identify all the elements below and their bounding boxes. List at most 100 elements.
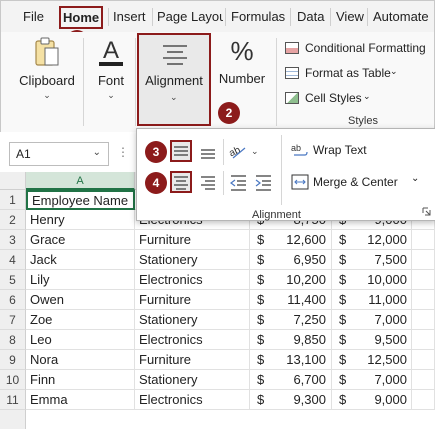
bottom-align-icon — [201, 149, 215, 159]
alignment-button[interactable]: Alignment ⌄ — [137, 33, 211, 126]
chevron-down-icon: ⌄ — [92, 147, 101, 158]
tab-page-layout[interactable]: Page Layout — [157, 9, 223, 24]
cell-empty[interactable] — [412, 230, 435, 250]
tab-view[interactable]: View — [336, 9, 364, 24]
cell-employee-name[interactable]: Finn — [26, 370, 135, 390]
tab-automate[interactable]: Automate — [373, 9, 429, 24]
cell-department[interactable]: Stationery — [135, 310, 250, 330]
cell-employee-name[interactable]: Grace — [26, 230, 135, 250]
row-header[interactable]: 10 — [0, 370, 26, 390]
amount-2-value: 9,000 — [374, 392, 407, 407]
currency-symbol: $ — [339, 292, 347, 307]
right-align-button[interactable] — [197, 171, 219, 193]
wrap-text-button[interactable]: ab Wrap Text — [291, 141, 381, 161]
conditional-formatting-button[interactable]: Conditional Formatting — [285, 40, 435, 58]
row-header[interactable]: 11 — [0, 390, 26, 410]
cell-styles-icon — [285, 92, 299, 104]
cell-department[interactable]: Electronics — [135, 390, 250, 410]
header-cell-employee-name[interactable]: Employee Name — [26, 190, 135, 210]
currency-symbol: $ — [257, 292, 265, 307]
font-button[interactable]: A Font ⌄ — [89, 36, 133, 101]
cell-empty[interactable] — [412, 370, 435, 390]
orientation-icon: ab ⌄ — [228, 145, 259, 160]
amount-1-value: 13,100 — [286, 352, 326, 367]
format-as-table-button[interactable]: Format as Table ⌄ — [285, 65, 415, 83]
chevron-down-icon: ⌄ — [363, 91, 371, 101]
row-header[interactable]: 2 — [0, 210, 26, 230]
cell-empty[interactable] — [412, 390, 435, 410]
group-separator — [83, 38, 84, 126]
font-color-icon: A — [99, 37, 123, 66]
decrease-indent-button[interactable] — [227, 171, 249, 193]
cell-employee-name[interactable]: Emma — [26, 390, 135, 410]
cell-department[interactable]: Furniture — [135, 290, 250, 310]
name-box[interactable]: A1 ⌄ — [9, 142, 109, 166]
amount-1-value: 9,850 — [293, 332, 326, 347]
row-header[interactable] — [0, 410, 26, 429]
cell-employee-name[interactable]: Nora — [26, 350, 135, 370]
currency-symbol: $ — [257, 312, 265, 327]
right-align-icon — [201, 176, 215, 190]
panel-separator — [223, 171, 224, 195]
increase-indent-button[interactable] — [253, 171, 275, 193]
row-header[interactable]: 8 — [0, 330, 26, 350]
tab-data[interactable]: Data — [297, 9, 324, 24]
currency-symbol: $ — [339, 252, 347, 267]
cell-employee-name[interactable]: Owen — [26, 290, 135, 310]
merge-center-button[interactable]: Merge & Center ⌄ — [291, 173, 421, 193]
row-header[interactable]: 5 — [0, 270, 26, 290]
row-header[interactable]: 9 — [0, 350, 26, 370]
name-box-value: A1 — [16, 147, 31, 161]
cell-employee-name[interactable]: Lily — [26, 270, 135, 290]
middle-align-icon — [174, 146, 188, 156]
cell-empty[interactable] — [412, 330, 435, 350]
cell-department[interactable]: Furniture — [135, 350, 250, 370]
currency-symbol: $ — [339, 232, 347, 247]
cell-employee-name[interactable]: Jack — [26, 250, 135, 270]
clipboard-button[interactable]: Clipboard ⌄ — [19, 36, 75, 101]
row-header[interactable]: 3 — [0, 230, 26, 250]
bottom-align-button[interactable] — [197, 140, 219, 162]
cell-empty[interactable] — [412, 250, 435, 270]
step-badge-2: 2 — [218, 102, 240, 124]
amount-2-value: 11,000 — [368, 292, 407, 307]
align-center-icon — [163, 45, 187, 65]
tab-separator — [367, 8, 368, 26]
wrap-text-label: Wrap Text — [313, 143, 367, 157]
center-align-button[interactable] — [170, 171, 192, 193]
column-header-a[interactable]: A — [26, 172, 135, 190]
row-header[interactable]: 6 — [0, 290, 26, 310]
cell-empty[interactable] — [412, 350, 435, 370]
middle-align-button[interactable] — [170, 140, 192, 162]
cell-department[interactable]: Stationery — [135, 250, 250, 270]
alignment-dropdown-panel: ab ⌄ ab Wrap Text Merge & Center ⌄ Align… — [136, 128, 435, 221]
chevron-down-icon: ⌄ — [107, 90, 115, 100]
number-button[interactable]: % Number — [214, 36, 270, 86]
cell-department[interactable]: Electronics — [135, 330, 250, 350]
tab-formulas[interactable]: Formulas — [231, 9, 285, 24]
table-icon — [285, 67, 299, 79]
cell-employee-name[interactable]: Leo — [26, 330, 135, 350]
cell-department[interactable]: Electronics — [135, 270, 250, 290]
cell-employee-name[interactable]: Henry — [26, 210, 135, 230]
currency-symbol: $ — [257, 372, 265, 387]
tab-home[interactable]: Home — [59, 6, 104, 29]
orientation-button[interactable]: ab ⌄ — [227, 140, 261, 162]
row-header[interactable]: 7 — [0, 310, 26, 330]
dialog-launcher-icon[interactable] — [422, 207, 431, 216]
cell-employee-name[interactable]: Zoe — [26, 310, 135, 330]
select-all-corner[interactable] — [0, 172, 26, 190]
cell-empty[interactable] — [412, 290, 435, 310]
cell-styles-button[interactable]: Cell Styles ⌄ — [285, 90, 395, 108]
step-badge-3: 3 — [145, 141, 167, 163]
tab-insert[interactable]: Insert — [113, 9, 146, 24]
cell-empty[interactable] — [412, 310, 435, 330]
tab-file[interactable]: File — [23, 9, 44, 24]
currency-symbol: $ — [257, 232, 265, 247]
svg-text:A: A — [103, 37, 119, 64]
cell-empty[interactable] — [412, 270, 435, 290]
row-header[interactable]: 4 — [0, 250, 26, 270]
row-header[interactable]: 1 — [0, 190, 26, 210]
cell-department[interactable]: Furniture — [135, 230, 250, 250]
cell-department[interactable]: Stationery — [135, 370, 250, 390]
